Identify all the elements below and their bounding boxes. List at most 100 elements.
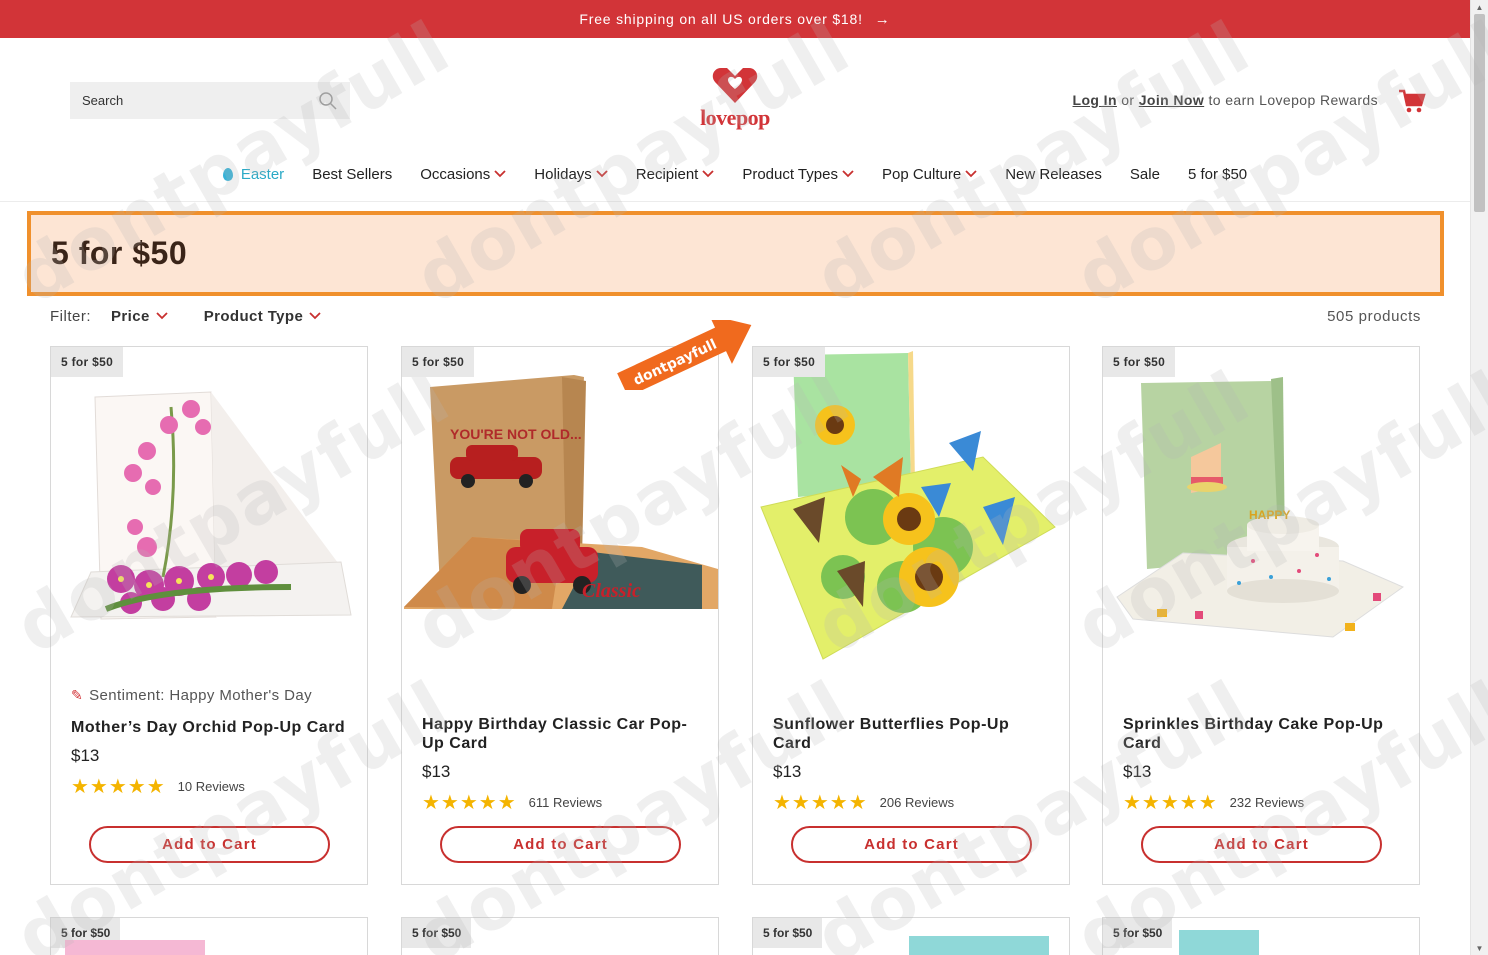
promo-badge: 5 for $50 — [402, 918, 472, 948]
nav-item-5-for-50[interactable]: 5 for $50 — [1174, 166, 1261, 183]
scroll-up-icon[interactable]: ▲ — [1471, 0, 1488, 14]
product-title[interactable]: Happy Birthday Classic Car Pop-Up Card — [422, 715, 700, 753]
promo-badge: 5 for $50 — [51, 347, 124, 377]
product-image[interactable] — [51, 347, 367, 667]
review-count: 10 Reviews — [177, 779, 245, 794]
promo-badge: 5 for $50 — [1103, 347, 1176, 377]
collection-banner: 5 for $50 — [27, 211, 1444, 296]
star-rating-icon: ★★★★★ — [71, 776, 166, 798]
promo-badge: 5 for $50 — [402, 347, 475, 377]
page-title: 5 for $50 — [51, 235, 188, 271]
product-image[interactable]: HAPPY — [1103, 347, 1419, 667]
product-price: $13 — [71, 746, 100, 765]
product-rating[interactable]: ★★★★★ 232 Reviews — [1123, 790, 1401, 815]
product-rating[interactable]: ★★★★★ 206 Reviews — [773, 790, 1051, 815]
filter-label: Filter: — [50, 307, 91, 325]
header-divider — [0, 201, 1470, 202]
product-count: 505 products — [1327, 307, 1421, 325]
product-card[interactable]: 5 for $50 — [1102, 917, 1420, 955]
nav-label: New Releases — [1005, 165, 1102, 183]
svg-text:HAPPY: HAPPY — [1249, 508, 1290, 522]
nav-item-occasions[interactable]: Occasions — [406, 166, 520, 183]
join-link[interactable]: Join Now — [1139, 92, 1204, 108]
chevron-down-icon — [965, 170, 977, 178]
star-rating-icon: ★★★★★ — [1123, 792, 1218, 814]
product-price: $13 — [1123, 762, 1152, 781]
product-card[interactable]: 5 for $50 — [752, 917, 1070, 955]
login-link[interactable]: Log In — [1073, 92, 1117, 108]
account-links: Log In or Join Now to earn Lovepop Rewar… — [1073, 92, 1378, 108]
sentiment-tag: ✎ Sentiment: Happy Mother's Day — [71, 687, 349, 704]
search-input[interactable] — [82, 93, 318, 108]
or-text: or — [1121, 92, 1135, 108]
product-image[interactable] — [1179, 930, 1259, 955]
add-to-cart-button[interactable]: Add to Cart — [1141, 826, 1382, 863]
price-filter-label: Price — [111, 307, 150, 325]
add-to-cart-button[interactable]: Add to Cart — [89, 826, 330, 863]
nav-label: Holidays — [534, 165, 592, 183]
lovepop-logo[interactable]: lovepop — [690, 66, 780, 130]
nav-item-recipient[interactable]: Recipient — [622, 166, 729, 183]
easter-egg-icon — [222, 167, 233, 181]
product-image[interactable] — [753, 347, 1069, 667]
search-icon[interactable] — [318, 91, 338, 111]
announcement-bar[interactable]: Free shipping on all US orders over $18!… — [0, 0, 1470, 38]
main-nav: Easter Best Sellers Occasions Holidays R… — [0, 160, 1470, 188]
chevron-down-icon — [596, 170, 608, 178]
star-rating-icon: ★★★★★ — [422, 792, 517, 814]
review-count: 611 Reviews — [528, 795, 603, 810]
chevron-down-icon — [842, 170, 854, 178]
product-image[interactable]: YOU'RE NOT OLD... Classic — [402, 347, 718, 667]
sentiment-text: Sentiment: Happy Mother's Day — [89, 687, 313, 704]
scrollbar-thumb[interactable] — [1474, 14, 1485, 212]
nav-label: Pop Culture — [881, 165, 962, 183]
product-rating[interactable]: ★★★★★ 10 Reviews — [71, 774, 349, 799]
scrollbar[interactable]: ▲ ▼ — [1470, 0, 1488, 955]
nav-item-best-sellers[interactable]: Best Sellers — [298, 166, 406, 183]
promo-badge: 5 for $50 — [753, 347, 826, 377]
nav-item-sale[interactable]: Sale — [1116, 166, 1174, 183]
product-card[interactable]: 5 for $50 HAPPY Sprinkles Birthday Cake … — [1102, 346, 1420, 885]
product-card[interactable]: 5 for $50 Sunflower Butterflies Pop-Up C… — [752, 346, 1070, 885]
product-card[interactable]: 5 for $50 ✎ Sentiment: Happy Mother's Da… — [50, 346, 368, 885]
nav-label: Occasions — [420, 165, 491, 183]
product-card[interactable]: 5 for $50 YOU'RE NOT OLD... Classic Happ… — [401, 346, 719, 885]
orchid-card-illustration — [70, 391, 352, 620]
search-box[interactable] — [70, 82, 350, 119]
filter-bar: Filter: Price Product Type 505 products — [50, 305, 1421, 327]
product-type-filter[interactable]: Product Type — [204, 308, 322, 325]
arrow-right-icon: → — [874, 10, 891, 28]
chevron-down-icon — [156, 312, 168, 320]
product-card[interactable]: 5 for $50 — [401, 917, 719, 955]
chevron-down-icon — [702, 170, 714, 178]
product-title[interactable]: Sprinkles Birthday Cake Pop-Up Card — [1123, 715, 1401, 753]
card-text: YOU'RE NOT OLD... — [450, 426, 582, 442]
nav-item-new-releases[interactable]: New Releases — [991, 166, 1116, 183]
product-type-filter-label: Product Type — [203, 307, 304, 325]
sunflower-card-illustration — [760, 351, 1056, 660]
product-title[interactable]: Mother’s Day Orchid Pop-Up Card — [71, 718, 349, 737]
svg-text:Classic: Classic — [582, 580, 641, 602]
add-to-cart-button[interactable]: Add to Cart — [440, 826, 681, 863]
add-to-cart-button[interactable]: Add to Cart — [791, 826, 1032, 863]
nav-label: 5 for $50 — [1187, 165, 1248, 183]
product-image[interactable] — [909, 936, 1049, 955]
scroll-down-icon[interactable]: ▼ — [1471, 941, 1488, 955]
promo-badge: 5 for $50 — [753, 918, 823, 948]
nav-item-product-types[interactable]: Product Types — [728, 166, 868, 183]
nav-item-easter[interactable]: Easter — [209, 166, 298, 183]
nav-item-holidays[interactable]: Holidays — [520, 166, 622, 183]
star-rating-icon: ★★★★★ — [773, 792, 868, 814]
nav-item-pop-culture[interactable]: Pop Culture — [868, 166, 991, 183]
price-filter[interactable]: Price — [111, 308, 168, 325]
product-title[interactable]: Sunflower Butterflies Pop-Up Card — [773, 715, 1051, 753]
cart-icon[interactable] — [1398, 88, 1426, 114]
product-rating[interactable]: ★★★★★ 611 Reviews — [422, 790, 700, 815]
nav-label: Recipient — [635, 165, 699, 183]
product-image[interactable] — [65, 940, 205, 955]
nav-label: Product Types — [742, 165, 838, 183]
birthday-cake-card-illustration: HAPPY — [1116, 377, 1405, 638]
nav-label: Easter — [240, 165, 285, 183]
product-card[interactable]: 5 for $50 — [50, 917, 368, 955]
heart-logo-icon — [712, 68, 758, 103]
